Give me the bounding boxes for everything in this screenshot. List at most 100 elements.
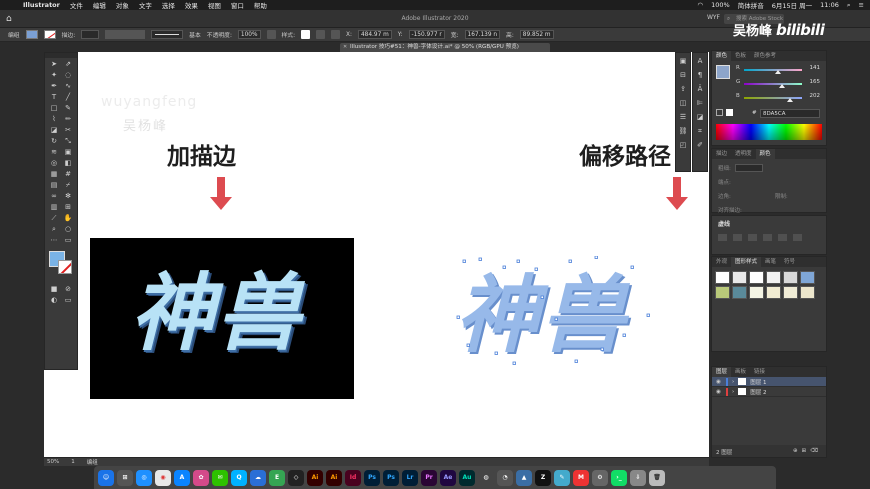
paintbrush-tool-icon[interactable]: ✎ (62, 104, 74, 113)
height-field[interactable]: 89.852 m (519, 30, 554, 39)
menu-app-name[interactable]: Illustrator (23, 1, 60, 9)
menu-view[interactable]: 视图 (208, 0, 221, 10)
stroked-text-art[interactable]: 神兽 (130, 246, 302, 367)
tab-appearance[interactable]: 外观 (712, 257, 731, 267)
terminal-icon[interactable]: ›_ (611, 469, 627, 486)
evernote-icon[interactable]: E (269, 469, 285, 486)
paragraph-icon[interactable]: ¶ (695, 70, 705, 81)
eyedropper-tool-icon[interactable]: ⌿ (62, 181, 74, 190)
none-mode-icon[interactable]: ⊘ (62, 285, 74, 294)
pathfinder-icon[interactable]: ◪ (695, 112, 705, 123)
gradient-tool-icon[interactable]: ▤ (48, 181, 60, 190)
premiere-icon[interactable]: Pr (421, 469, 437, 486)
style-swatch[interactable] (783, 286, 798, 299)
search-icon[interactable]: ⌕ (847, 1, 851, 10)
blue-slider-knob[interactable] (787, 98, 793, 102)
menu-file[interactable]: 文件 (70, 0, 83, 10)
document-tab[interactable]: Illustrator 技巧#51：神兽-字体设计.ai* @ 50% (RGB… (340, 43, 550, 52)
layer-actions-icons[interactable]: ⊕⊞⌫ (793, 448, 822, 454)
green-value[interactable]: 165 (810, 79, 821, 85)
x-field[interactable]: 484.97 m (357, 30, 392, 39)
app-store-icon[interactable]: A (174, 469, 190, 486)
y-field[interactable]: -150.977 r (408, 30, 445, 39)
align-icon[interactable] (316, 30, 326, 39)
stroke-weight-dropdown[interactable] (734, 163, 763, 172)
safari-icon[interactable]: ◎ (136, 469, 152, 486)
white-swatch-icon[interactable] (726, 109, 733, 116)
character-icon[interactable]: A (695, 56, 705, 67)
control-center-icon[interactable]: ≡ (859, 1, 864, 9)
baidu-disk-icon[interactable]: ☁ (250, 469, 266, 486)
tab-layers[interactable]: 图层 (712, 367, 732, 377)
tab-transparency[interactable]: 透明度 (731, 149, 756, 159)
direct-selection-tool-icon[interactable]: ⇗ (62, 60, 74, 69)
expand-chevron-icon[interactable]: › (732, 389, 734, 395)
dash-field-1[interactable] (718, 234, 727, 241)
green-slider[interactable] (744, 83, 802, 85)
navigator-icon[interactable]: ◰ (678, 140, 688, 151)
width-field[interactable]: 167.139 n (464, 30, 501, 39)
tab-brushes[interactable]: 画笔 (761, 257, 780, 267)
stroke-swatch[interactable] (43, 30, 56, 39)
line-tool-icon[interactable]: ╱ (62, 93, 74, 102)
layer-name[interactable]: 图层 2 (750, 388, 766, 396)
menu-edit[interactable]: 编辑 (93, 0, 106, 10)
links-icon[interactable]: ⛓ (678, 126, 688, 137)
tab-graphic-styles[interactable]: 图形样式 (731, 257, 762, 267)
zoom-tool-icon[interactable]: ⌕ (48, 225, 60, 234)
pencil-tool-icon[interactable]: ✏ (62, 115, 74, 124)
clock-time[interactable]: 11:06 (820, 1, 839, 9)
libraries-icon[interactable]: ◫ (678, 98, 688, 109)
menu-help[interactable]: 帮助 (254, 0, 267, 10)
tab-swatches[interactable]: 色板 (731, 51, 750, 61)
scissors-tool-icon[interactable]: ✂ (62, 126, 74, 135)
visibility-eye-icon[interactable]: ◉ (715, 389, 722, 395)
green-slider-knob[interactable] (779, 84, 785, 88)
mail-icon[interactable]: M (573, 469, 589, 486)
layer-row[interactable]: ◉ › 图层 1 (712, 377, 826, 387)
menu-object[interactable]: 对象 (116, 0, 129, 10)
red-slider[interactable] (744, 69, 802, 71)
pen-tool-icon[interactable]: ✒ (48, 82, 60, 91)
dash-field-2[interactable] (748, 234, 757, 241)
illustrator-2-icon[interactable]: Ai (326, 469, 342, 486)
layer-name[interactable]: 图层 1 (750, 378, 766, 386)
visibility-eye-icon[interactable]: ◉ (715, 379, 722, 385)
menu-effect[interactable]: 效果 (185, 0, 198, 10)
red-slider-knob[interactable] (775, 70, 781, 74)
tab-symbols[interactable]: 符号 (780, 257, 799, 267)
perspective-grid-tool-icon[interactable]: ▦ (48, 170, 60, 179)
black-background-rect[interactable]: 神兽 (90, 238, 354, 399)
shaper-tool-icon[interactable]: ⌇ (48, 115, 60, 124)
type-tool-icon[interactable]: T (48, 93, 60, 102)
artboard-number-field[interactable]: 1 (71, 459, 75, 465)
live-paint-tool-icon[interactable]: ◧ (62, 159, 74, 168)
red-value[interactable]: 141 (810, 65, 821, 71)
blender-icon[interactable]: ◔ (497, 469, 513, 486)
transform-icon[interactable] (331, 30, 341, 39)
style-swatch[interactable] (715, 271, 730, 284)
color-mode-icon[interactable]: ■ (48, 285, 60, 294)
blue-slider[interactable] (744, 97, 802, 99)
shape-builder-tool-icon[interactable]: ◎ (48, 159, 60, 168)
workspace-switcher[interactable]: WYF (707, 14, 720, 21)
hand-tool-icon[interactable]: ✋ (62, 214, 74, 223)
zbrush-icon[interactable]: Z (535, 469, 551, 486)
fill-stroke-widget[interactable] (48, 251, 74, 279)
artboards-icon[interactable]: ⊟ (678, 70, 688, 81)
align-panel-icon[interactable]: ⊫ (695, 98, 705, 109)
variable-width-profile[interactable] (105, 30, 146, 39)
properties-icon[interactable]: ☰ (678, 112, 688, 123)
style-swatch[interactable] (749, 271, 764, 284)
photos-icon[interactable]: ✿ (193, 469, 209, 486)
graphic-style-swatch[interactable] (301, 30, 311, 39)
asset-export-icon[interactable]: ⇪ (678, 84, 688, 95)
illustrator-icon[interactable]: Ai (307, 469, 323, 486)
audition-icon[interactable]: Au (459, 469, 475, 486)
rectangle-tool-icon[interactable]: □ (48, 104, 60, 113)
magic-wand-tool-icon[interactable]: ✦ (48, 71, 60, 80)
notes-icon[interactable]: ✎ (554, 469, 570, 486)
style-swatch[interactable] (783, 271, 798, 284)
artboard-tool-icon[interactable]: ⊞ (62, 203, 74, 212)
menu-window[interactable]: 窗口 (231, 0, 244, 10)
